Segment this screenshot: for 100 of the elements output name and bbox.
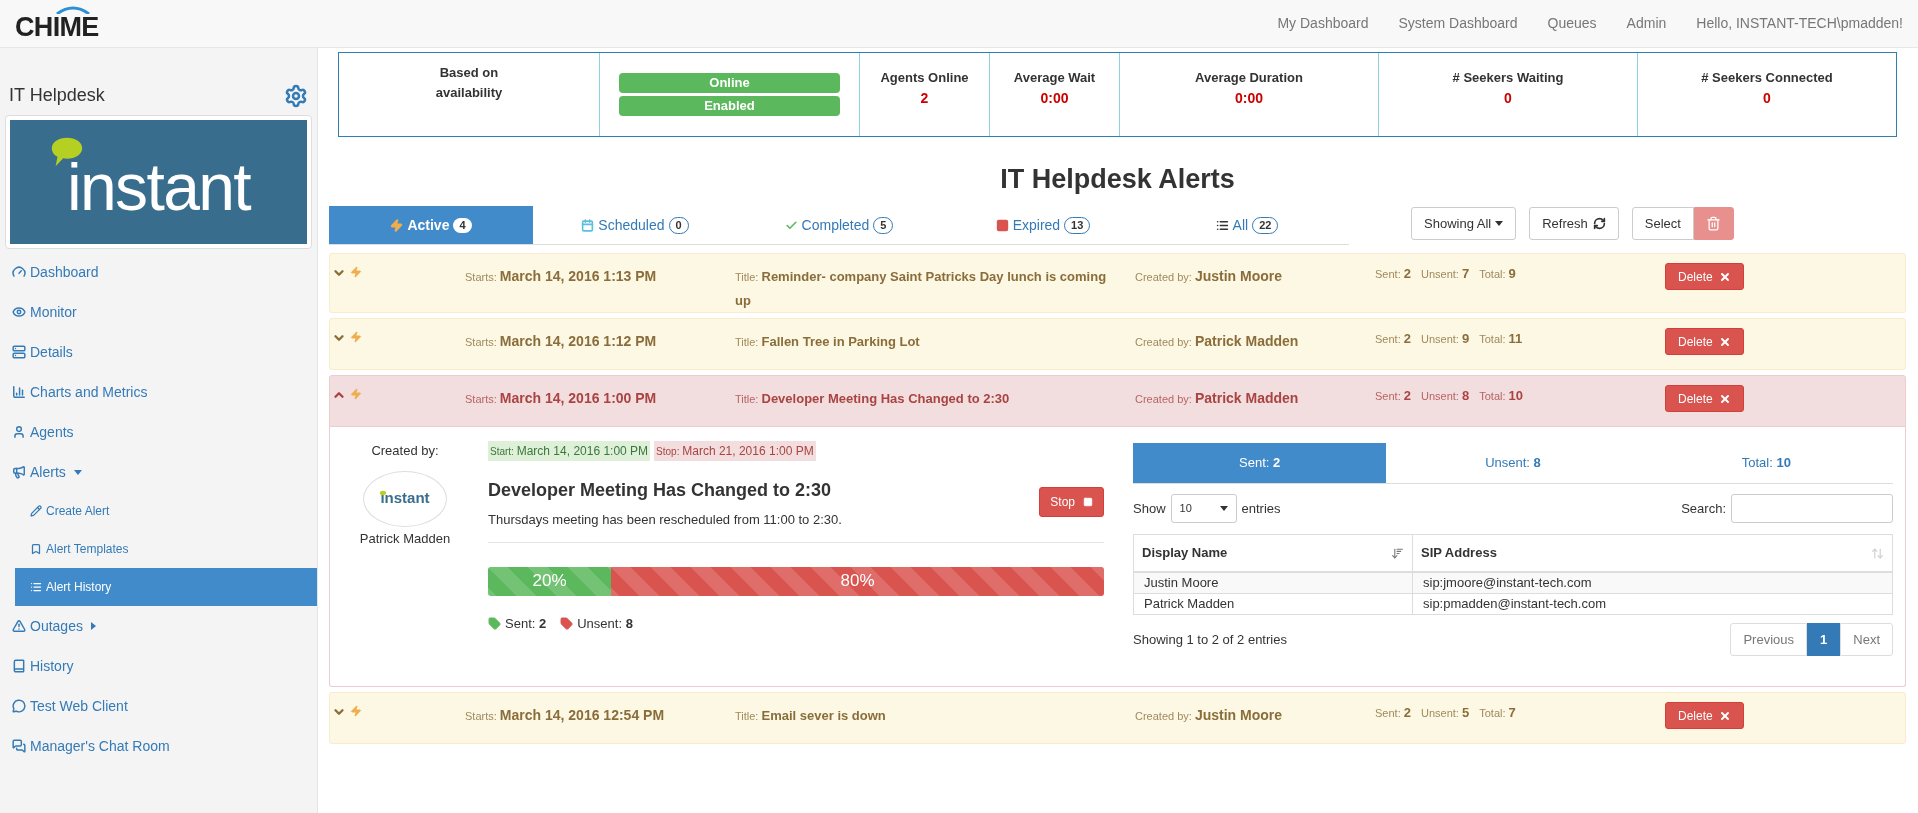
sidebar-item[interactable]: Test Web Client [0,686,317,726]
filter-tab[interactable]: Expired 13 [941,206,1145,244]
tab-icon [390,218,404,232]
nav-icon [12,265,26,279]
select-button[interactable]: Select [1631,207,1694,240]
recipient-tab[interactable]: Unsent: 8 [1386,443,1640,483]
recipient-tab[interactable]: Total: 10 [1639,443,1893,483]
recipient-count: Unsent: 5 [1421,704,1470,722]
sidebar-item[interactable]: History [0,646,317,686]
nav-icon [12,305,26,319]
recipient-count: Unsent: 8 [1421,387,1470,405]
recipient-count: Unsent: 7 [1421,265,1470,283]
nav-icon [12,425,26,439]
filter-tab[interactable]: Scheduled 0 [533,206,737,244]
metric-value: 0:00 [1235,88,1263,108]
page-link[interactable]: Previous [1730,623,1808,656]
recipient-count: Total: 7 [1479,704,1516,722]
recipient-count: Total: 9 [1479,265,1516,283]
lightning-icon [350,705,362,717]
sidebar-item[interactable]: Outages [0,606,317,646]
recipient-count: Sent: 2 [1375,387,1411,405]
show-label: Show [1133,499,1166,518]
alert-row[interactable]: Starts: March 14, 2016 1:12 PM Title: Fallen Tree in Parking Lot Created by: Patrick Madden Sent: 2 Unsent: 9 Total: 11 Delete [329,318,1906,370]
alert-message: Thursdays meeting has been rescheduled from 11:00 to 2:30. [488,511,842,529]
sidebar-item[interactable]: Alert Templates [15,530,317,568]
metric-label: Agents Online [880,69,969,87]
nav-link[interactable]: Queues [1547,13,1597,34]
table-cell-text: sip:jmoore@instant-tech.com [1422,574,1593,592]
creator: Created by: Patrick Madden [1135,334,1299,349]
delete-button[interactable]: Delete [1665,263,1744,290]
alert-heading: Developer Meeting Has Changed to 2:30 [488,479,833,502]
creator: Created by: Justin Moore [1135,269,1283,284]
sidebar-item[interactable]: Alerts [0,452,317,492]
refresh-button[interactable]: Refresh [1529,207,1619,240]
sidebar-item[interactable]: Dashboard [0,252,317,292]
caret-icon [1495,221,1504,226]
settings-icon[interactable] [284,83,308,108]
tab-icon [995,218,1009,232]
nav-icon [12,465,26,479]
filter-tab[interactable]: Active 4 [329,206,533,244]
sidebar-item[interactable]: Create Alert [15,492,317,530]
delete-button[interactable]: Delete [1665,702,1744,729]
sidebar-item[interactable]: Monitor [0,292,317,332]
creator: Created by: Patrick Madden [1135,391,1299,406]
nav-icon [30,581,42,593]
start-date: Start: March 14, 2016 1:00 PM [488,441,651,461]
column-header[interactable]: Display Name [1134,535,1413,571]
tab-icon [581,218,595,232]
search-label: Search: [1681,499,1726,518]
sidebar-item[interactable]: Alert History [15,568,317,606]
recipient-count: Unsent: 9 [1421,330,1470,348]
sidebar-item[interactable]: Agents [0,412,317,452]
stop-button[interactable]: Stop [1039,487,1104,517]
page-size-select[interactable]: 10 [1170,494,1237,523]
nav-icon [30,505,42,517]
nav-icon [12,345,26,359]
lightning-icon [350,331,362,343]
page-link[interactable]: Next [1840,623,1893,656]
table-cell: Patrick Madden [1134,594,1413,614]
sidebar-item[interactable]: Manager's Chat Room [0,726,317,766]
metric-label: # Seekers Connected [1701,69,1833,87]
recipient-tab[interactable]: Sent: 2 [1133,443,1387,483]
search-field[interactable] [1731,494,1893,523]
availability-note: Based on availability [434,64,504,102]
caret-icon [73,469,82,475]
recipient-count: Total: 10 [1479,387,1524,405]
alert-title: Title: Fallen Tree in Parking Lot [735,334,920,349]
trash-icon [1706,216,1722,231]
metric-value: 0 [1763,88,1771,108]
filter-dropdown[interactable]: Showing All [1411,207,1517,240]
sidebar-title: IT Helpdesk [9,84,105,107]
legend-count: Unsent: 8 [577,614,633,633]
sidebar-item[interactable]: Charts and Metrics [0,372,317,412]
column-header[interactable]: SIP Address [1413,535,1892,571]
nav-link[interactable]: System Dashboard [1398,13,1518,34]
tag-icon [488,616,501,630]
alert-row[interactable]: Starts: March 14, 2016 1:00 PM Title: Developer Meeting Has Changed to 2:30 Created by: Patrick Madden Sent: 2 Unsent: 8 Total: 10 Delete [329,375,1906,427]
lightning-icon [350,388,362,400]
page-link[interactable]: 1 [1807,623,1841,656]
app-logo[interactable]: CHIME [15,14,99,41]
start-time: Starts: March 14, 2016 12:54 PM [465,708,665,723]
alert-row[interactable]: Starts: March 14, 2016 12:54 PM Title: Email sever is down Created by: Justin Moore Sent: 2 Unsent: 5 Total: 7 Delete [329,692,1906,744]
caret-icon [1219,506,1228,511]
recipient-count: Sent: 2 [1375,704,1411,722]
alert-row[interactable]: Starts: March 14, 2016 1:13 PM Title: Reminder- company Saint Patricks Day lunch is coming up Created by: Justin Moore Sent: 2 Unsent: 7 Total: 9 Delete [329,253,1906,313]
delete-button[interactable]: Delete [1665,328,1744,355]
user-greeting[interactable]: Hello, INSTANT-TECH\pmadden! [1696,13,1903,34]
sidebar-item[interactable]: Details [0,332,317,372]
delete-button[interactable]: Delete [1665,385,1744,412]
status-badge: Enabled [619,96,840,116]
nav-link[interactable]: My Dashboard [1277,13,1369,34]
filter-tab[interactable]: All 22 [1145,206,1349,244]
close-icon [1718,270,1731,283]
stop-date: Stop: March 21, 2016 1:00 PM [654,441,816,461]
entries-label: entries [1241,499,1281,518]
nav-link[interactable]: Admin [1626,13,1667,34]
nav-icon [12,659,26,673]
metric-value: 0 [1504,88,1512,108]
recipient-count: Sent: 2 [1375,330,1411,348]
filter-tab[interactable]: Completed 5 [737,206,941,244]
